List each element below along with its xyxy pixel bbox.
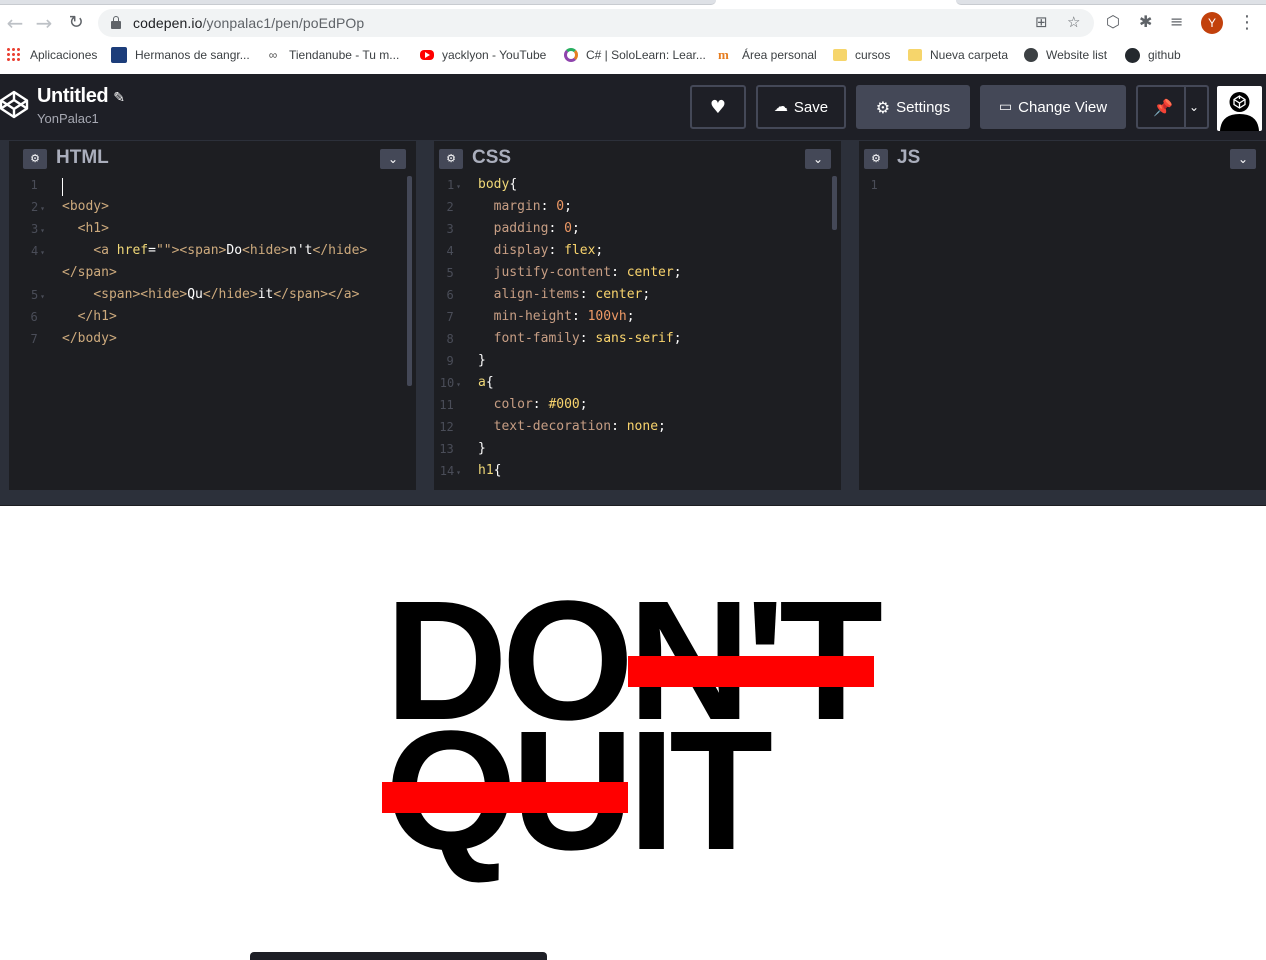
tiendanube-icon: ∞	[268, 48, 278, 62]
scrollbar[interactable]	[407, 176, 412, 386]
youtube-icon	[420, 50, 434, 60]
avatar-silhouette-icon	[1220, 92, 1259, 131]
github-icon	[1125, 47, 1140, 63]
css-pane-header: ⚙ CSS ⌄	[434, 140, 841, 174]
chevron-down-icon[interactable]: ⌄	[1189, 100, 1199, 114]
bookmark-item[interactable]: Hermanos de sangr...	[111, 44, 250, 66]
text-cursor	[62, 178, 63, 196]
preview-frame: DON'T QUIT	[0, 506, 1266, 960]
back-icon[interactable]: ←	[4, 12, 26, 34]
html-pane-header: ⚙ HTML ⌄	[9, 140, 416, 174]
editor-panes: ⚙ HTML ⌄ 1 2 ▾ <body> 3 ▾ <h1> 4 ▾ <a href="…	[0, 140, 1266, 490]
codepen-header: Untitled ✎ YonPalac1 ♥ ☁ Save ⚙ Settings ▭ C…	[0, 74, 1266, 140]
menu-kebab-icon[interactable]: ⋮	[1238, 12, 1256, 34]
edit-pencil-icon[interactable]: ✎	[113, 89, 125, 105]
profile-avatar[interactable]: Y	[1201, 12, 1223, 34]
pane-title: HTML	[56, 147, 109, 168]
tab-strip	[0, 0, 1266, 6]
strikethrough-bar	[628, 656, 874, 687]
pane-settings-icon[interactable]: ⚙	[23, 149, 47, 169]
codepen-logo-icon[interactable]	[0, 88, 30, 120]
browser-chrome: ← → ↻ codepen.io/yonpalac1/pen/poEdPOp ⊞…	[0, 0, 1266, 74]
strikethrough-bar	[382, 782, 628, 813]
chevron-down-icon[interactable]: ⌄	[380, 149, 406, 169]
bookmark-item[interactable]: Nueva carpeta	[908, 44, 1008, 66]
moodle-icon: m	[718, 47, 729, 62]
pin-divider	[1184, 87, 1186, 127]
reload-icon[interactable]: ↻	[65, 12, 87, 34]
pane-settings-icon[interactable]: ⚙	[864, 149, 888, 169]
pane-title: JS	[897, 147, 921, 168]
extension-cube-icon[interactable]: ⬡	[1106, 12, 1120, 31]
pin-button[interactable]: 📌 ⌄	[1136, 85, 1209, 129]
folder-icon	[833, 49, 847, 61]
save-button[interactable]: ☁ Save	[756, 85, 846, 129]
apps-grid-icon	[6, 47, 22, 63]
folder-icon	[908, 49, 922, 61]
bookmark-item[interactable]: yacklyon - YouTube	[420, 44, 546, 66]
pin-icon: 📌	[1153, 97, 1173, 117]
bookmark-item[interactable]: Website list	[1024, 44, 1107, 66]
pane-settings-icon[interactable]: ⚙	[439, 149, 463, 169]
address-bar[interactable]: codepen.io/yonpalac1/pen/poEdPOp ⊞ ☆	[98, 9, 1094, 37]
pen-title[interactable]: Untitled ✎	[37, 85, 125, 108]
css-code-editor[interactable]: 1 ▾ body{ 2 margin: 0; 3 padding: 0; 4 dis…	[434, 174, 841, 490]
cloud-icon: ☁	[773, 99, 788, 115]
gear-icon: ⚙	[875, 97, 891, 117]
preview-resizer[interactable]	[0, 490, 1266, 506]
chevron-down-icon[interactable]: ⌄	[805, 149, 831, 169]
bookmark-item[interactable]: github	[1125, 44, 1181, 66]
url-text: codepen.io/yonpalac1/pen/poEdPOp	[133, 15, 365, 31]
preview-heading: DON'T QUIT	[385, 576, 883, 876]
translate-icon[interactable]: ⊞	[1035, 13, 1048, 31]
heart-icon: ♥	[709, 96, 727, 118]
user-avatar[interactable]	[1217, 86, 1262, 131]
bookmark-item[interactable]: m Área personal	[718, 44, 817, 66]
bookmark-item[interactable]: Aplicaciones	[6, 44, 97, 66]
layout-icon: ▭	[998, 99, 1013, 115]
fa-icon	[111, 47, 127, 63]
js-pane: ⚙ JS ⌄ 1	[859, 140, 1266, 490]
html-pane: ⚙ HTML ⌄ 1 2 ▾ <body> 3 ▾ <h1> 4 ▾ <a href="…	[9, 140, 416, 490]
console-bar[interactable]	[250, 952, 547, 960]
bookmark-item[interactable]: C# | SoloLearn: Lear...	[564, 44, 706, 66]
forward-icon[interactable]: →	[33, 12, 55, 34]
sololearn-icon	[564, 48, 578, 62]
bookmark-item[interactable]: cursos	[833, 44, 890, 66]
love-button[interactable]: ♥	[690, 85, 746, 129]
change-view-button[interactable]: ▭ Change View	[980, 85, 1126, 129]
js-code-editor[interactable]: 1	[859, 174, 1266, 490]
lock-icon	[111, 16, 121, 29]
pen-author[interactable]: YonPalac1	[37, 111, 99, 126]
media-queue-icon[interactable]: ≡	[1170, 12, 1183, 31]
bookmarks-bar: Aplicaciones Hermanos de sangr... ∞ Tiend…	[0, 44, 1266, 66]
css-pane: ⚙ CSS ⌄ 1 ▾ body{ 2 margin: 0; 3 padding: …	[434, 140, 841, 490]
html-code-editor[interactable]: 1 2 ▾ <body> 3 ▾ <h1> 4 ▾ <a href=""><span>D…	[9, 174, 416, 490]
globe-icon	[1024, 48, 1038, 62]
scrollbar[interactable]	[832, 176, 837, 230]
bookmark-item[interactable]: ∞ Tiendanube - Tu m...	[265, 44, 400, 66]
extensions-puzzle-icon[interactable]: ✱	[1139, 12, 1152, 31]
js-pane-header: ⚙ JS ⌄	[859, 140, 1266, 174]
chevron-down-icon[interactable]: ⌄	[1230, 149, 1256, 169]
pane-title: CSS	[472, 147, 512, 168]
settings-button[interactable]: ⚙ Settings	[856, 85, 970, 129]
bookmark-star-icon[interactable]: ☆	[1067, 13, 1080, 31]
